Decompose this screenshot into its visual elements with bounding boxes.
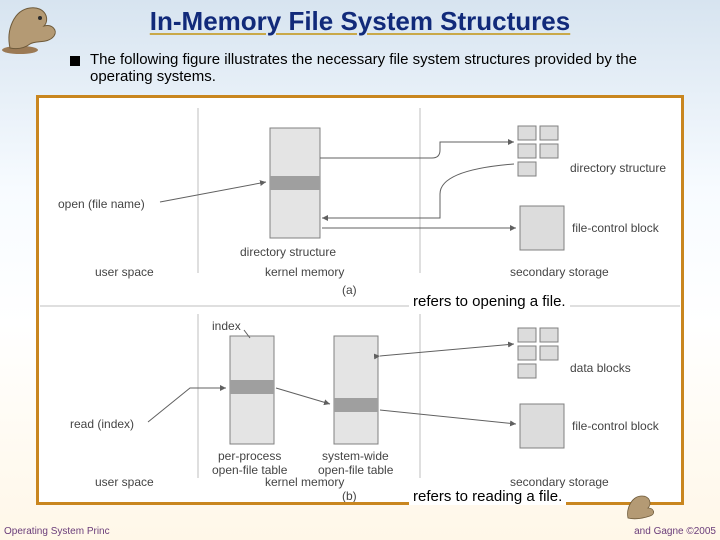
page-title: In-Memory File System Structures bbox=[0, 0, 720, 37]
file-system-diagram: open (file name) directory structure dir… bbox=[39, 98, 681, 502]
label-user-space-b: user space bbox=[95, 475, 154, 489]
label-secondary-storage-a: secondary storage bbox=[510, 265, 609, 279]
bullet-square-icon bbox=[70, 56, 80, 66]
label-kernel-memory-a: kernel memory bbox=[265, 265, 344, 279]
label-user-space-a: user space bbox=[95, 265, 154, 279]
label-fcb-b: file-control block bbox=[572, 419, 660, 433]
label-fcb-a: file-control block bbox=[572, 221, 660, 235]
bullet-text: The following figure illustrates the nec… bbox=[90, 51, 672, 85]
footer-right-text: and Gagne ©2005 bbox=[634, 526, 716, 537]
fig-b-tag: (b) bbox=[342, 489, 357, 502]
figure-frame: open (file name) directory structure dir… bbox=[36, 95, 684, 505]
bullet-row: The following figure illustrates the nec… bbox=[0, 37, 720, 91]
fig-a-tag: (a) bbox=[342, 283, 357, 297]
footer-left-text: Operating System Princ bbox=[4, 526, 110, 537]
label-sw-oft-1: system-wide bbox=[322, 449, 389, 463]
label-read-call: read (index) bbox=[70, 417, 134, 431]
dir-struct-disk bbox=[518, 126, 558, 176]
data-blocks bbox=[518, 328, 558, 378]
label-dir-struct-kernel: directory structure bbox=[240, 245, 336, 259]
label-secondary-storage-b: secondary storage bbox=[510, 475, 609, 489]
label-pp-oft-1: per-process bbox=[218, 449, 281, 463]
label-kernel-memory-b: kernel memory bbox=[265, 475, 344, 489]
label-data-blocks: data blocks bbox=[570, 361, 631, 375]
footer-dino-image bbox=[624, 492, 658, 522]
corner-dino-image bbox=[0, 0, 64, 56]
label-open-call: open (file name) bbox=[58, 197, 145, 211]
label-index: index bbox=[212, 319, 241, 333]
label-dir-struct-disk: directory structure bbox=[570, 161, 666, 175]
caption-a: refers to opening a file. bbox=[409, 293, 570, 310]
caption-b: refers to reading a file. bbox=[409, 488, 566, 505]
